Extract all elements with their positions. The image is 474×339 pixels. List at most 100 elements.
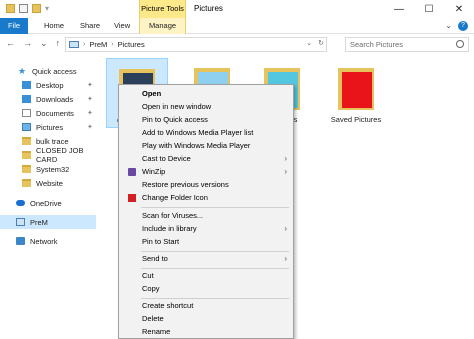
tab-file[interactable]: File bbox=[0, 18, 28, 34]
submenu-arrow-icon: › bbox=[284, 167, 287, 176]
close-button[interactable]: ✕ bbox=[444, 0, 474, 18]
nav-buttons: ← → ⌄ ↑ bbox=[6, 38, 60, 49]
folder-icon-changer-icon bbox=[128, 194, 136, 202]
sidebar-item-label: Pictures bbox=[36, 122, 64, 132]
menu-item-open-new-window[interactable]: Open in new window bbox=[119, 101, 293, 113]
folder-icon bbox=[6, 4, 15, 13]
expand-ribbon-icon[interactable]: ⌄ bbox=[445, 21, 452, 31]
menu-separator bbox=[141, 268, 289, 269]
menu-separator bbox=[141, 298, 289, 299]
menu-item-play-wmp[interactable]: Play with Windows Media Player bbox=[119, 140, 293, 152]
this-pc-icon bbox=[69, 41, 79, 48]
menu-item-delete[interactable]: Delete bbox=[119, 313, 293, 325]
menu-item-label: Send to bbox=[142, 254, 168, 263]
sidebar-item-label: System32 bbox=[36, 164, 70, 174]
recent-locations-icon[interactable]: ⌄ bbox=[40, 38, 48, 49]
menu-item-scan-viruses[interactable]: Scan for Viruses... bbox=[119, 210, 293, 222]
pin-icon: ✦ bbox=[87, 110, 93, 117]
sidebar-item-label: Quick access bbox=[32, 66, 77, 76]
submenu-arrow-icon: › bbox=[284, 254, 287, 263]
properties-icon[interactable] bbox=[19, 4, 28, 13]
minimize-button[interactable]: — bbox=[384, 0, 414, 18]
menu-item-create-shortcut[interactable]: Create shortcut bbox=[119, 300, 293, 312]
search-input[interactable]: Search Pictures bbox=[345, 37, 469, 52]
menu-item-pin-quick-access[interactable]: Pin to Quick access bbox=[119, 114, 293, 126]
ribbon-tabs: File Home Share View Manage ⌄ ? bbox=[0, 18, 474, 34]
menu-separator bbox=[141, 251, 289, 252]
sidebar-item-onedrive[interactable]: OneDrive bbox=[0, 196, 96, 210]
menu-item-cast-to-device[interactable]: Cast to Device › bbox=[119, 153, 293, 165]
folder-label: Saved Pictures bbox=[330, 115, 382, 124]
sidebar-item-pictures[interactable]: Pictures ✦ bbox=[0, 120, 96, 134]
maximize-button[interactable]: ☐ bbox=[414, 0, 444, 18]
pictures-icon bbox=[22, 123, 31, 131]
submenu-arrow-icon: › bbox=[284, 154, 287, 163]
chevron-right-icon[interactable]: › bbox=[83, 41, 85, 48]
menu-item-add-wmp-list[interactable]: Add to Windows Media Player list bbox=[119, 127, 293, 139]
sidebar-item-label: Downloads bbox=[36, 94, 74, 104]
star-icon: ★ bbox=[18, 66, 27, 76]
folder-icon bbox=[22, 165, 31, 173]
desktop-icon bbox=[22, 81, 31, 89]
document-icon bbox=[22, 109, 31, 117]
submenu-arrow-icon: › bbox=[284, 224, 287, 233]
title-bar: ▾ Picture Tools Pictures — ☐ ✕ bbox=[0, 0, 474, 18]
sidebar-item-network[interactable]: Network bbox=[0, 234, 96, 248]
winzip-icon bbox=[128, 168, 136, 176]
tab-share[interactable]: Share bbox=[80, 18, 100, 34]
sidebar-item-quick-access[interactable]: ★ Quick access bbox=[0, 64, 96, 78]
sidebar-item-website[interactable]: Website bbox=[0, 176, 96, 190]
folder-icon bbox=[22, 151, 31, 159]
tab-manage[interactable]: Manage bbox=[139, 18, 186, 34]
scrollbar[interactable] bbox=[468, 58, 474, 339]
menu-item-include-library[interactable]: Include in library › bbox=[119, 223, 293, 235]
download-icon bbox=[22, 95, 31, 103]
sidebar-item-label: bulk trace bbox=[36, 136, 69, 146]
address-bar[interactable]: › PreM › Pictures ⌄ ↻ bbox=[65, 37, 327, 52]
forward-arrow-icon[interactable]: → bbox=[23, 38, 32, 49]
cloud-icon bbox=[16, 200, 25, 206]
new-folder-icon[interactable] bbox=[32, 4, 41, 13]
sidebar-item-this-pc[interactable]: PreM bbox=[0, 215, 96, 229]
menu-item-cut[interactable]: Cut bbox=[119, 270, 293, 282]
folder-item-saved-pictures[interactable]: Saved Pictures bbox=[326, 58, 386, 128]
tab-home[interactable]: Home bbox=[44, 18, 64, 34]
menu-item-pin-start[interactable]: Pin to Start bbox=[119, 236, 293, 248]
context-menu: Open Open in new window Pin to Quick acc… bbox=[118, 84, 294, 339]
sidebar-item-downloads[interactable]: Downloads ✦ bbox=[0, 92, 96, 106]
menu-item-restore-versions[interactable]: Restore previous versions bbox=[119, 179, 293, 191]
help-icon[interactable]: ? bbox=[458, 21, 468, 31]
chevron-right-icon[interactable]: › bbox=[111, 41, 113, 48]
menu-item-label: Include in library bbox=[142, 224, 197, 233]
menu-item-rename[interactable]: Rename bbox=[119, 326, 293, 338]
search-icon bbox=[456, 40, 464, 48]
menu-item-label: Cast to Device bbox=[142, 154, 191, 163]
sidebar-item-closed-job-card[interactable]: CLOSED JOB CARD bbox=[0, 146, 96, 164]
refresh-icon[interactable]: ↻ bbox=[318, 39, 324, 47]
address-dropdown-icon[interactable]: ⌄ bbox=[306, 39, 312, 47]
menu-item-copy[interactable]: Copy bbox=[119, 283, 293, 295]
sidebar-item-desktop[interactable]: Desktop ✦ bbox=[0, 78, 96, 92]
sidebar-item-label: Desktop bbox=[36, 80, 64, 90]
menu-item-change-folder-icon[interactable]: Change Folder Icon bbox=[119, 192, 293, 204]
navigation-pane: ★ Quick access Desktop ✦ Downloads ✦ Doc… bbox=[0, 58, 96, 339]
window-title: Pictures bbox=[194, 4, 223, 13]
quick-access-toolbar: ▾ bbox=[6, 4, 49, 13]
customize-toolbar-icon[interactable]: ▾ bbox=[45, 4, 49, 13]
pin-icon: ✦ bbox=[87, 82, 93, 89]
folder-icon bbox=[22, 137, 31, 145]
folder-thumbnail-icon bbox=[338, 64, 374, 110]
menu-item-open[interactable]: Open bbox=[119, 88, 293, 100]
sidebar-item-documents[interactable]: Documents ✦ bbox=[0, 106, 96, 120]
breadcrumb-prem[interactable]: PreM bbox=[89, 40, 107, 49]
tab-view[interactable]: View bbox=[114, 18, 130, 34]
pin-icon: ✦ bbox=[87, 124, 93, 131]
menu-item-winzip[interactable]: WinZip › bbox=[119, 166, 293, 178]
pin-icon: ✦ bbox=[87, 96, 93, 103]
breadcrumb-pictures[interactable]: Pictures bbox=[118, 40, 145, 49]
picture-tools-context-label: Picture Tools bbox=[139, 0, 186, 18]
sidebar-item-system32[interactable]: System32 bbox=[0, 162, 96, 176]
back-arrow-icon[interactable]: ← bbox=[6, 38, 15, 49]
menu-item-send-to[interactable]: Send to › bbox=[119, 253, 293, 265]
up-arrow-icon[interactable]: ↑ bbox=[56, 38, 61, 49]
